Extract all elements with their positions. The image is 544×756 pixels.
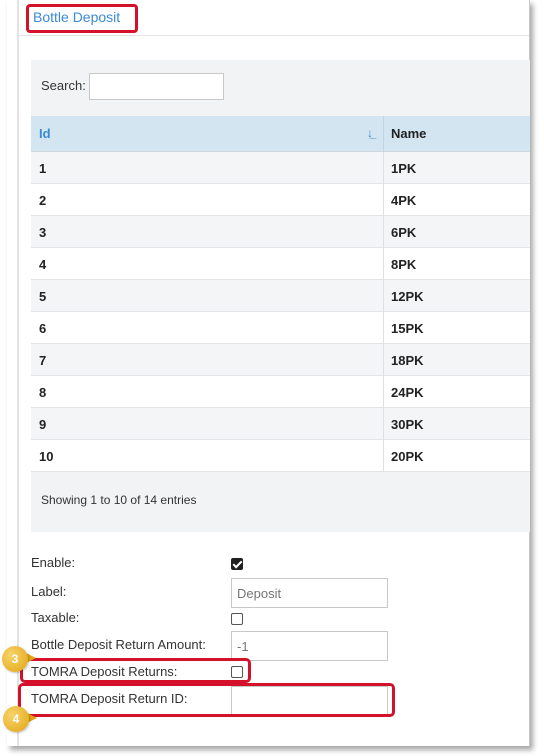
- cell-divider: [383, 408, 384, 440]
- left-rail: [17, 0, 19, 746]
- callout-badge-3: 3: [2, 646, 28, 672]
- table-row[interactable]: 10 20PK: [31, 440, 530, 472]
- table-header: Id ↓̲ Name: [31, 116, 530, 152]
- table-row[interactable]: 3 6PK: [31, 216, 530, 248]
- label-input[interactable]: [231, 578, 388, 608]
- table-row[interactable]: 4 8PK: [31, 248, 530, 280]
- cell-id: 10: [39, 449, 54, 464]
- table-row[interactable]: 6 15PK: [31, 312, 530, 344]
- cell-divider: [383, 184, 384, 216]
- cell-divider: [383, 344, 384, 376]
- cell-divider: [383, 280, 384, 312]
- cell-name: 30PK: [391, 417, 424, 432]
- table-row[interactable]: 8 24PK: [31, 376, 530, 408]
- taxable-label: Taxable:: [31, 610, 80, 625]
- column-header-id[interactable]: Id: [39, 126, 51, 141]
- title-highlight-box: [26, 4, 138, 33]
- cell-name: 6PK: [391, 225, 417, 240]
- cell-name: 24PK: [391, 385, 424, 400]
- tomra-returns-highlight-box: [20, 658, 251, 683]
- cell-name: 12PK: [391, 289, 424, 304]
- cell-id: 4: [39, 257, 47, 272]
- table-row[interactable]: 2 4PK: [31, 184, 530, 216]
- taxable-checkbox[interactable]: [231, 613, 243, 625]
- sort-ascending-icon[interactable]: ↓̲: [367, 126, 373, 140]
- cell-divider: [383, 248, 384, 280]
- cell-id: 8: [39, 385, 47, 400]
- cell-id: 1: [39, 161, 47, 176]
- column-header-name[interactable]: Name: [391, 126, 426, 141]
- table-row[interactable]: 5 12PK: [31, 280, 530, 312]
- label-field-label: Label:: [31, 584, 67, 599]
- cell-divider: [383, 216, 384, 248]
- cell-name: 20PK: [391, 449, 424, 464]
- table-row[interactable]: 1 1PK: [31, 152, 530, 184]
- cell-divider: [383, 376, 384, 408]
- cell-name: 18PK: [391, 353, 424, 368]
- column-divider: [383, 116, 384, 152]
- table-row[interactable]: 7 18PK: [31, 344, 530, 376]
- cell-id: 9: [39, 417, 47, 432]
- enable-label: Enable:: [31, 555, 76, 570]
- cell-id: 6: [39, 321, 47, 336]
- callout-badge-4: 4: [3, 706, 29, 732]
- cell-id: 5: [39, 289, 47, 304]
- return-amount-label: Bottle Deposit Return Amount:: [31, 637, 206, 652]
- cell-name: 8PK: [391, 257, 417, 272]
- tomra-return-id-highlight-box: [18, 683, 395, 717]
- cell-divider: [383, 312, 384, 344]
- table-info: Showing 1 to 10 of 14 entries: [41, 493, 197, 507]
- cell-name: 4PK: [391, 193, 417, 208]
- cell-name: 1PK: [391, 161, 417, 176]
- return-amount-input[interactable]: [231, 631, 388, 661]
- enable-checkbox[interactable]: [231, 558, 243, 570]
- cell-id: 2: [39, 193, 47, 208]
- cell-divider: [383, 440, 384, 472]
- cell-id: 7: [39, 353, 47, 368]
- search-input[interactable]: [89, 73, 224, 100]
- table-row[interactable]: 9 30PK: [31, 408, 530, 440]
- cell-name: 15PK: [391, 321, 424, 336]
- cell-divider: [383, 152, 384, 184]
- cell-id: 3: [39, 225, 47, 240]
- search-label: Search:: [41, 78, 86, 93]
